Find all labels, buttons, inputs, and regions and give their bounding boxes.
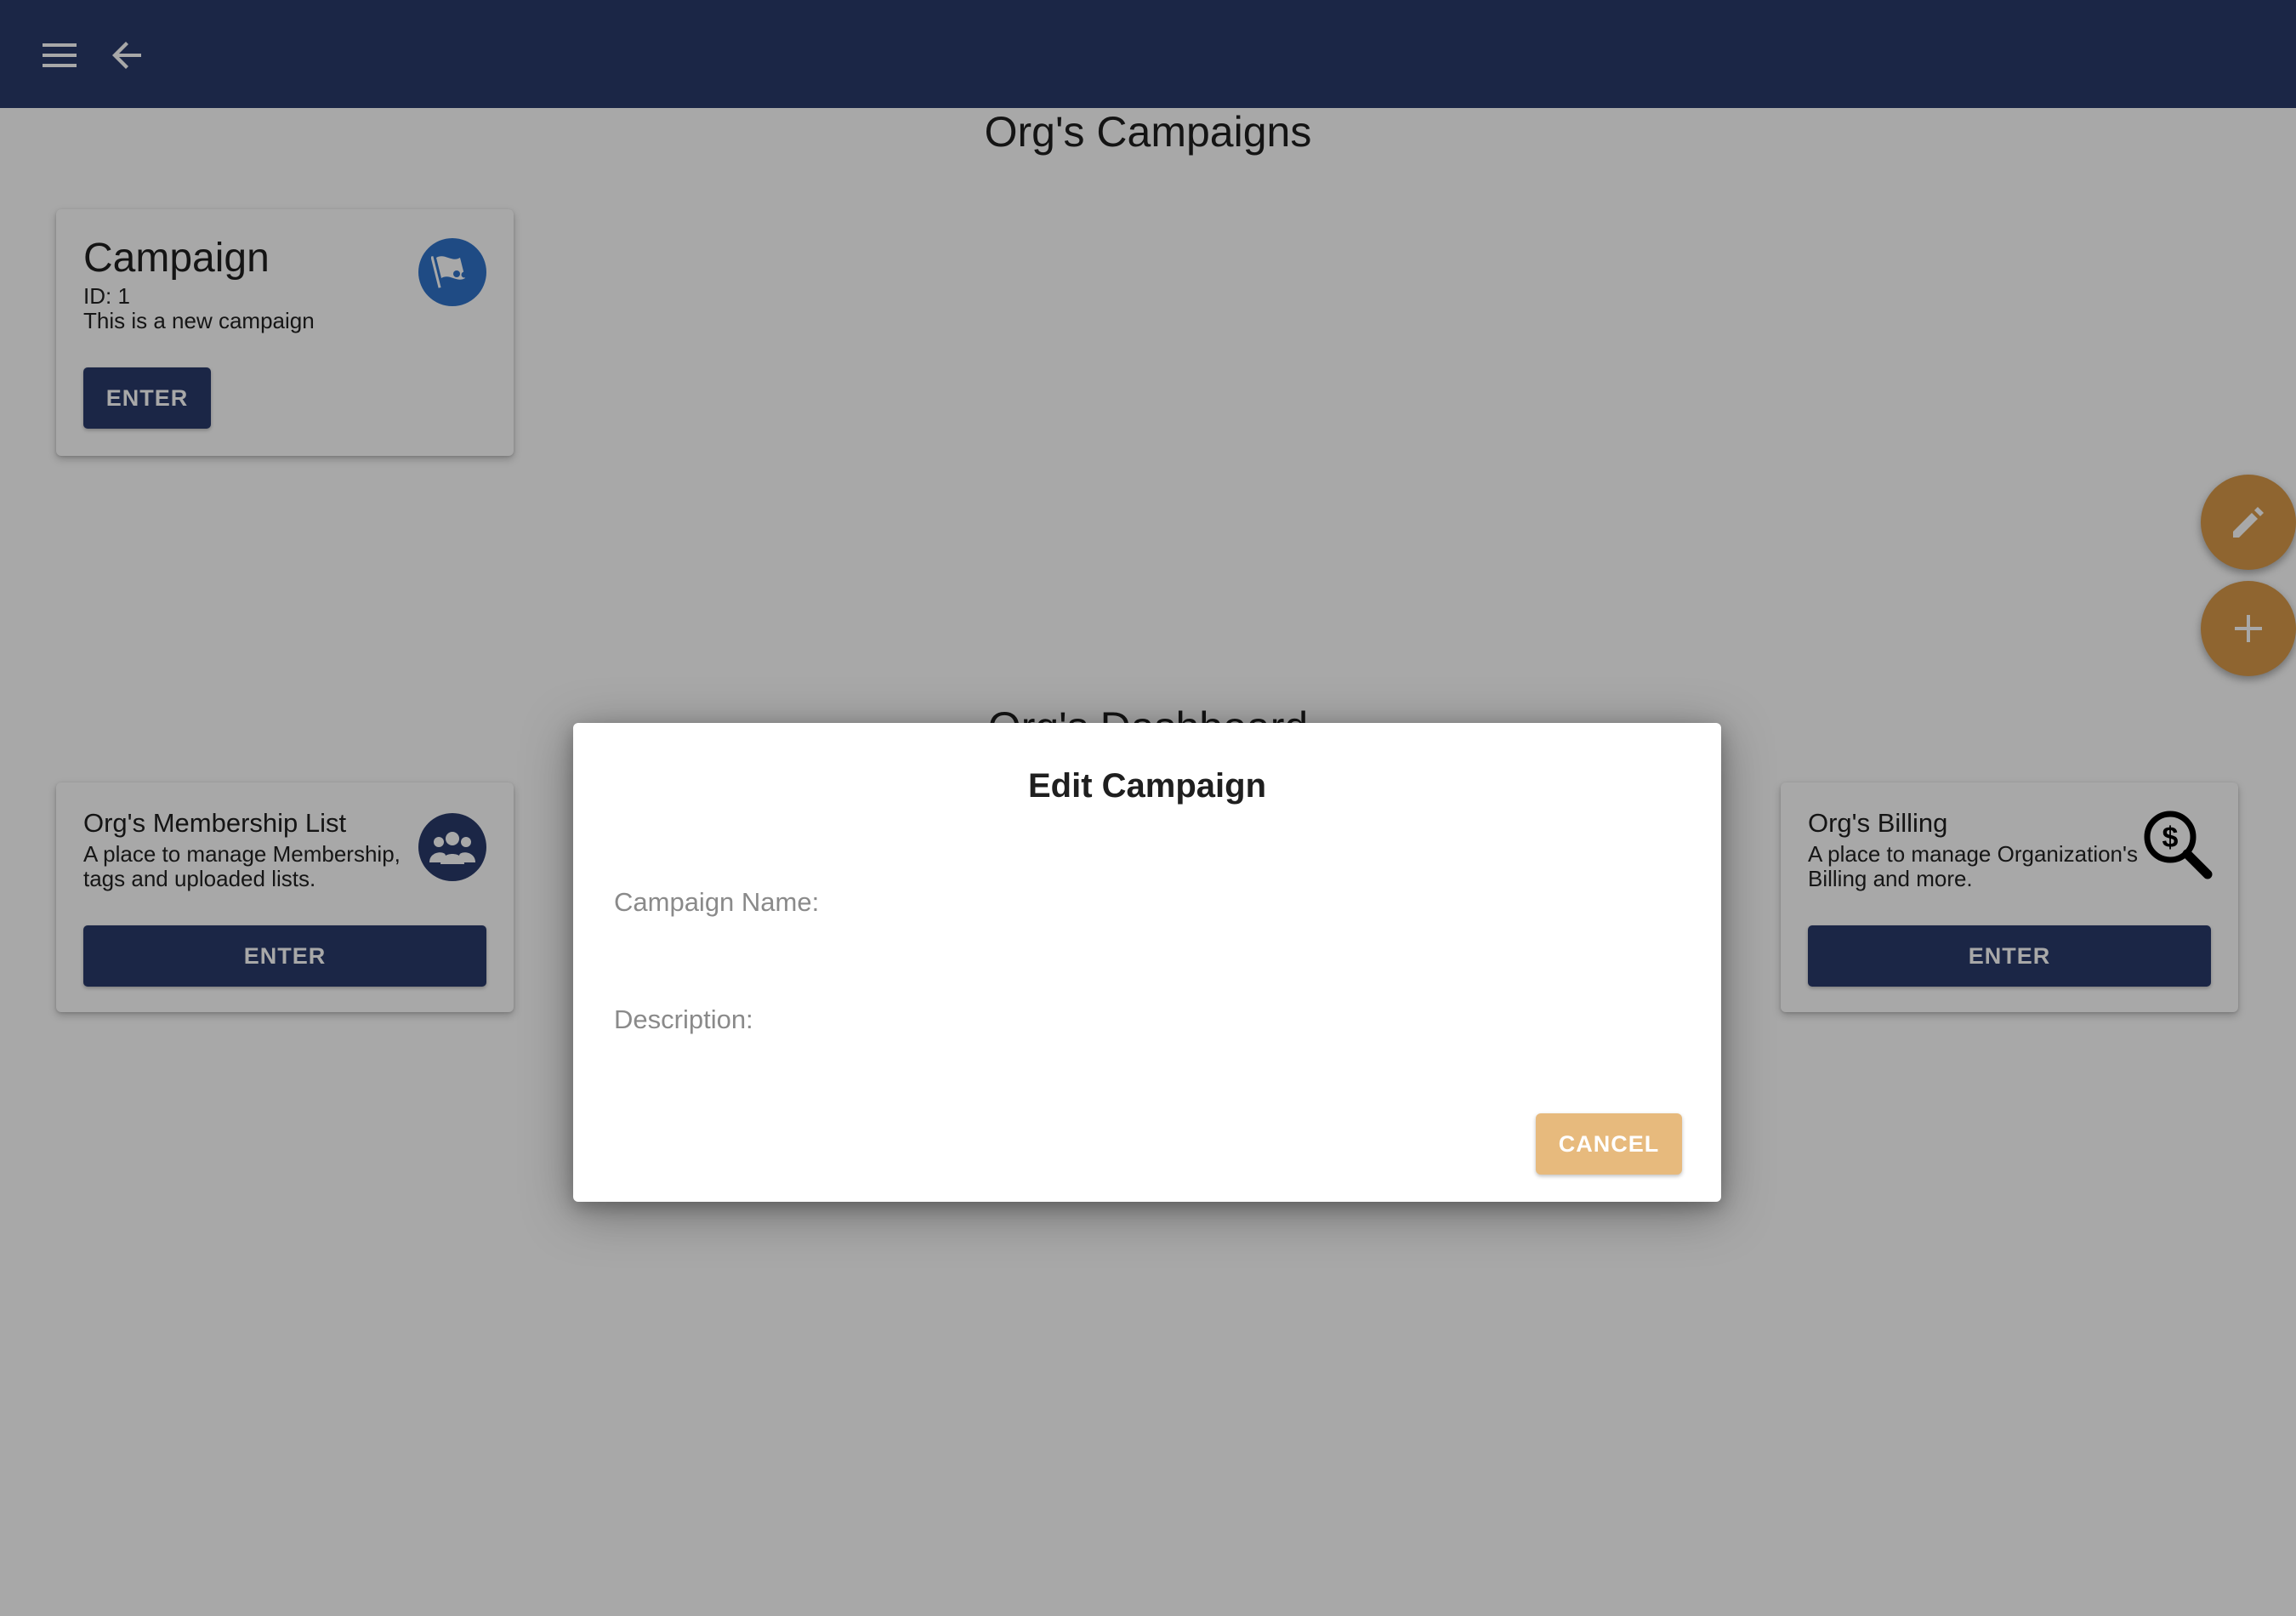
description-label: Description: (614, 1004, 753, 1034)
edit-campaign-dialog: Edit Campaign Campaign Name: Description… (573, 723, 1721, 1202)
cancel-button[interactable]: CANCEL (1536, 1113, 1682, 1175)
dialog-title: Edit Campaign (1027, 767, 1267, 805)
description-input[interactable] (614, 1041, 1684, 1085)
campaign-name-label: Campaign Name: (614, 887, 820, 917)
campaign-name-input[interactable] (614, 924, 1684, 968)
